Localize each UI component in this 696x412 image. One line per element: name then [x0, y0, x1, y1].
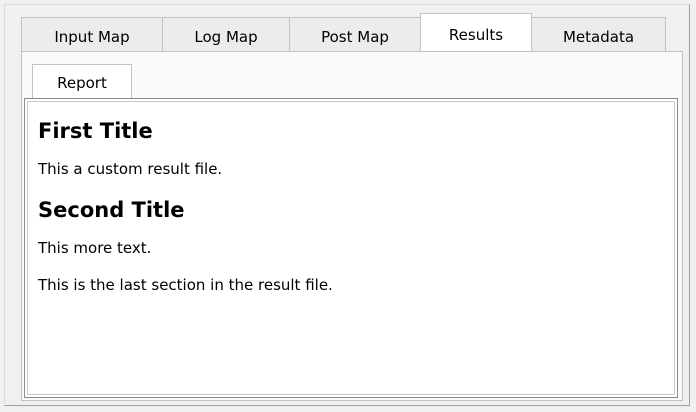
tab-log-map[interactable]: Log Map — [162, 17, 290, 51]
tab-input-map[interactable]: Input Map — [21, 17, 163, 51]
report-viewer[interactable]: First Title This a custom result file. S… — [24, 98, 678, 398]
report-heading-second: Second Title — [38, 198, 185, 222]
tab-panel-container: Input Map Log Map Post Map Results Metad… — [4, 4, 690, 406]
report-paragraph: This more text. — [38, 239, 152, 257]
subtab-report[interactable]: Report — [32, 64, 132, 98]
report-paragraph: This is the last section in the result f… — [38, 276, 333, 294]
main-tab-bar: Input Map Log Map Post Map Results Metad… — [21, 13, 666, 51]
report-heading-first: First Title — [38, 119, 153, 143]
report-document: First Title This a custom result file. S… — [27, 101, 675, 395]
tab-metadata[interactable]: Metadata — [531, 17, 666, 51]
report-paragraph: This a custom result file. — [38, 160, 223, 178]
report-content: First Title This a custom result file. S… — [28, 102, 674, 295]
results-subtab-bar: Report — [32, 64, 132, 98]
results-tab-content: Report First Title This a custom result … — [21, 51, 683, 401]
tab-post-map[interactable]: Post Map — [289, 17, 421, 51]
tab-results[interactable]: Results — [420, 13, 532, 51]
